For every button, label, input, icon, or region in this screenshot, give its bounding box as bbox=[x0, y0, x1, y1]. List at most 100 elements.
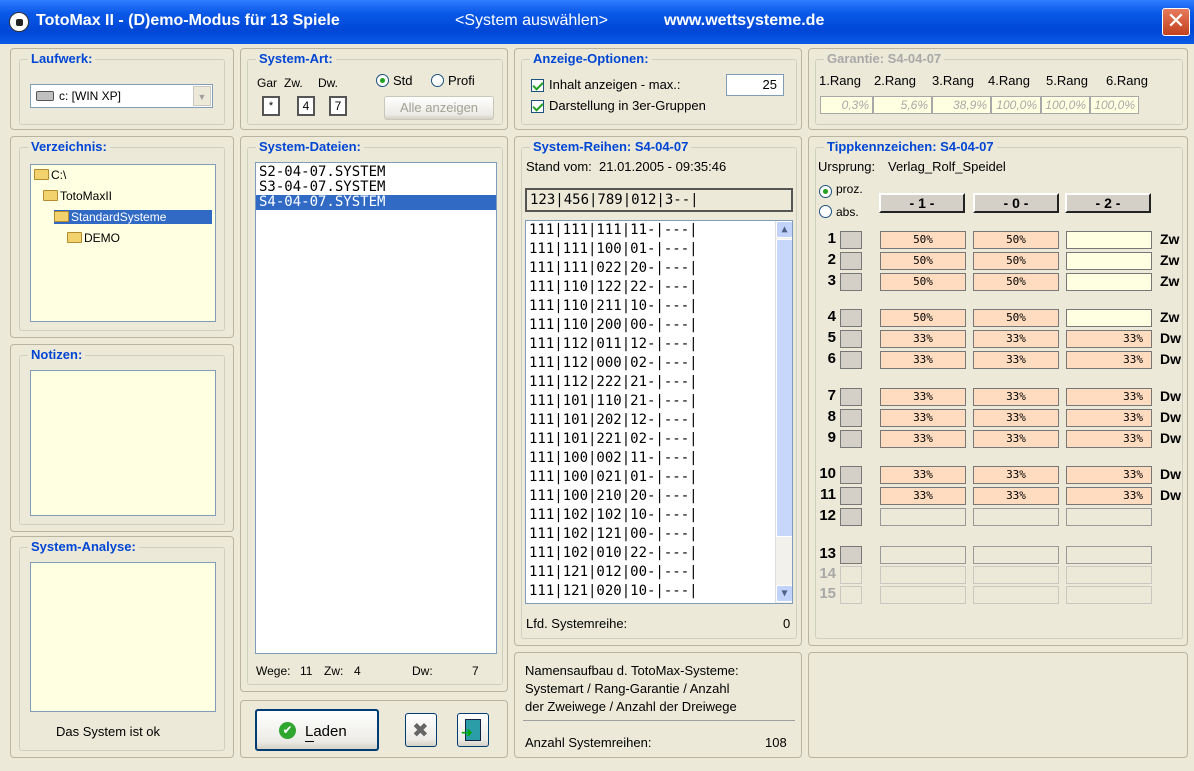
list-item[interactable]: S2-04-07.SYSTEM bbox=[256, 165, 496, 180]
tipp-cell[interactable] bbox=[880, 546, 966, 564]
tipp-cell[interactable]: 33% bbox=[880, 388, 966, 406]
notes-field[interactable] bbox=[30, 370, 216, 516]
tree-item-demo[interactable]: DEMO bbox=[67, 231, 120, 245]
tree-item-standardsysteme[interactable]: StandardSysteme bbox=[54, 210, 212, 224]
abs-radio[interactable] bbox=[819, 205, 832, 218]
tipp-row-toggle[interactable] bbox=[840, 487, 862, 505]
tipp-cell[interactable]: 33% bbox=[880, 351, 966, 369]
tipp-row-toggle[interactable] bbox=[840, 546, 862, 564]
tipp-cell[interactable]: 33% bbox=[973, 409, 1059, 427]
tipp-cell[interactable]: 33% bbox=[1066, 351, 1152, 369]
table-row[interactable]: 111|101|221|02-|---| bbox=[526, 430, 792, 449]
table-row[interactable]: 111|121|012|00-|---| bbox=[526, 563, 792, 582]
table-row[interactable]: 111|100|021|01-|---| bbox=[526, 468, 792, 487]
table-row[interactable]: 111|112|011|12-|---| bbox=[526, 335, 792, 354]
gruppen-checkbox[interactable] bbox=[531, 100, 544, 113]
close-button[interactable]: ✕ bbox=[1162, 8, 1190, 36]
tipp-cell[interactable]: 33% bbox=[973, 430, 1059, 448]
list-item[interactable]: S4-04-07.SYSTEM bbox=[256, 195, 496, 210]
table-row[interactable]: 111|102|102|10-|---| bbox=[526, 506, 792, 525]
tipp-row-toggle[interactable] bbox=[840, 566, 862, 584]
tipp-cell[interactable]: 33% bbox=[973, 330, 1059, 348]
tipp-row-toggle[interactable] bbox=[840, 330, 862, 348]
delete-button[interactable]: ✖ bbox=[405, 713, 437, 747]
table-row[interactable]: 111|111|022|20-|---| bbox=[526, 259, 792, 278]
tipp-cell[interactable] bbox=[880, 508, 966, 526]
directory-tree[interactable]: C:\ TotoMaxII StandardSysteme DEMO bbox=[30, 164, 216, 322]
reihen-scrollbar[interactable]: ▲ ▼ bbox=[775, 221, 792, 603]
alle-anzeigen-button[interactable]: Alle anzeigen bbox=[384, 96, 494, 120]
table-row[interactable]: 111|111|100|01-|---| bbox=[526, 240, 792, 259]
tipp-cell[interactable] bbox=[1066, 252, 1152, 270]
system-file-list[interactable]: S2-04-07.SYSTEM S3-04-07.SYSTEM S4-04-07… bbox=[255, 162, 497, 654]
abs-label[interactable]: abs. bbox=[836, 205, 859, 219]
inhalt-checkbox[interactable] bbox=[531, 79, 544, 92]
inhalt-label[interactable]: Inhalt anzeigen - max.: bbox=[549, 77, 681, 92]
tipp-cell[interactable]: 33% bbox=[1066, 487, 1152, 505]
table-row[interactable]: 111|112|222|21-|---| bbox=[526, 373, 792, 392]
tipp-cell[interactable] bbox=[1066, 566, 1152, 584]
laden-button[interactable]: ✔ Laden bbox=[255, 709, 379, 751]
table-row[interactable]: 111|111|111|11-|---| bbox=[526, 221, 792, 240]
std-radio[interactable] bbox=[376, 74, 389, 87]
tipp-cell[interactable] bbox=[880, 566, 966, 584]
analysis-field[interactable] bbox=[30, 562, 216, 712]
tipp-cell[interactable]: 33% bbox=[1066, 330, 1152, 348]
tipp-cell[interactable]: 33% bbox=[880, 487, 966, 505]
tipp-cell[interactable]: 33% bbox=[880, 430, 966, 448]
tipp-cell[interactable]: 33% bbox=[880, 330, 966, 348]
tree-item-totomax[interactable]: TotoMaxII bbox=[43, 189, 112, 203]
tipp-cell[interactable] bbox=[1066, 273, 1152, 291]
table-row[interactable]: 111|101|110|21-|---| bbox=[526, 392, 792, 411]
table-row[interactable]: 111|101|202|12-|---| bbox=[526, 411, 792, 430]
tipp-cell[interactable] bbox=[1066, 309, 1152, 327]
col-1-header[interactable]: - 1 - bbox=[879, 193, 965, 213]
tipp-row-toggle[interactable] bbox=[840, 388, 862, 406]
table-row[interactable]: 111|102|121|00-|---| bbox=[526, 525, 792, 544]
profi-radio[interactable] bbox=[431, 74, 444, 87]
table-row[interactable]: 111|121|020|10-|---| bbox=[526, 582, 792, 601]
tipp-row-toggle[interactable] bbox=[840, 231, 862, 249]
tipp-cell[interactable]: 33% bbox=[973, 466, 1059, 484]
tipp-cell[interactable] bbox=[1066, 231, 1152, 249]
tipp-row-toggle[interactable] bbox=[840, 252, 862, 270]
std-label[interactable]: Std bbox=[393, 73, 413, 88]
tipp-row-toggle[interactable] bbox=[840, 309, 862, 327]
tipp-cell[interactable]: 33% bbox=[1066, 388, 1152, 406]
title-bar[interactable]: TotoMax II - (D)emo-Modus für 13 Spiele … bbox=[0, 0, 1194, 44]
table-row[interactable]: 111|112|000|02-|---| bbox=[526, 354, 792, 373]
tipp-row-toggle[interactable] bbox=[840, 586, 862, 604]
tipp-cell[interactable]: 33% bbox=[973, 388, 1059, 406]
tipp-cell[interactable] bbox=[973, 508, 1059, 526]
table-row[interactable]: 111|100|210|20-|---| bbox=[526, 487, 792, 506]
tipp-cell[interactable] bbox=[1066, 508, 1152, 526]
tipp-cell[interactable] bbox=[973, 546, 1059, 564]
drive-select[interactable]: c: [WIN XP] ▼ bbox=[30, 84, 213, 108]
tipp-row-toggle[interactable] bbox=[840, 430, 862, 448]
tipp-row-toggle[interactable] bbox=[840, 273, 862, 291]
tipp-cell[interactable]: 50% bbox=[880, 231, 966, 249]
chevron-down-icon[interactable]: ▼ bbox=[193, 86, 211, 106]
tipp-cell[interactable]: 33% bbox=[973, 487, 1059, 505]
tipp-row-toggle[interactable] bbox=[840, 351, 862, 369]
table-row[interactable]: 111|110|211|10-|---| bbox=[526, 297, 792, 316]
scroll-thumb[interactable] bbox=[776, 239, 792, 537]
tipp-cell[interactable] bbox=[973, 586, 1059, 604]
table-row[interactable]: 111|102|010|22-|---| bbox=[526, 544, 792, 563]
tipp-cell[interactable]: 50% bbox=[973, 273, 1059, 291]
col-0-header[interactable]: - 0 - bbox=[973, 193, 1059, 213]
exit-button[interactable]: ➔ bbox=[457, 713, 489, 747]
tipp-cell[interactable]: 33% bbox=[973, 351, 1059, 369]
reihen-list[interactable]: 111|111|111|11-|---| 111|111|100|01-|---|… bbox=[525, 220, 793, 604]
tipp-cell[interactable]: 33% bbox=[1066, 430, 1152, 448]
tipp-cell[interactable] bbox=[880, 586, 966, 604]
tipp-cell[interactable] bbox=[973, 566, 1059, 584]
tipp-cell[interactable]: 50% bbox=[880, 273, 966, 291]
tipp-row-toggle[interactable] bbox=[840, 466, 862, 484]
tree-item-root[interactable]: C:\ bbox=[34, 168, 66, 182]
tipp-cell[interactable]: 33% bbox=[1066, 466, 1152, 484]
table-row[interactable]: 111|110|200|00-|---| bbox=[526, 316, 792, 335]
tipp-cell[interactable]: 50% bbox=[973, 309, 1059, 327]
profi-label[interactable]: Profi bbox=[448, 73, 475, 88]
scroll-up-icon[interactable]: ▲ bbox=[776, 221, 792, 238]
